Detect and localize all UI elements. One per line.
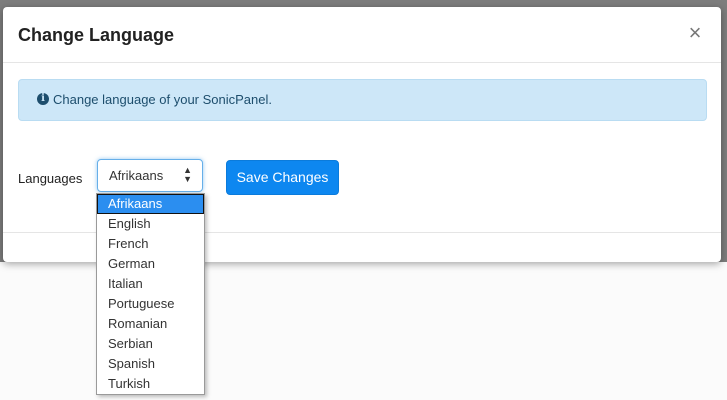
dropdown-option-serbian[interactable]: Serbian [97,334,204,354]
languages-label: Languages [18,171,83,186]
save-changes-button[interactable]: Save Changes [226,160,339,195]
dropdown-option-english[interactable]: English [97,214,204,234]
select-caret-icon: ▲ ▼ [183,165,192,184]
info-icon: i [37,93,49,105]
modal-title: Change Language [18,25,175,45]
dropdown-option-french[interactable]: French [97,234,204,254]
info-alert-text: Change language of your SonicPanel. [53,92,272,107]
dropdown-option-turkish[interactable]: Turkish [97,374,204,394]
modal-header: Change Language × [3,7,721,63]
dropdown-option-german[interactable]: German [97,254,204,274]
dropdown-option-romanian[interactable]: Romanian [97,314,204,334]
close-button[interactable]: × [685,21,705,45]
dropdown-option-portuguese[interactable]: Portuguese [97,294,204,314]
language-select[interactable]: Afrikaans ▲ ▼ [97,159,203,192]
language-select-value: Afrikaans [109,168,164,183]
info-alert: i Change language of your SonicPanel. [18,79,707,121]
dropdown-option-afrikaans[interactable]: Afrikaans [97,194,204,214]
dropdown-option-spanish[interactable]: Spanish [97,354,204,374]
language-dropdown-list[interactable]: Afrikaans English French German Italian … [96,193,205,395]
dropdown-option-italian[interactable]: Italian [97,274,204,294]
